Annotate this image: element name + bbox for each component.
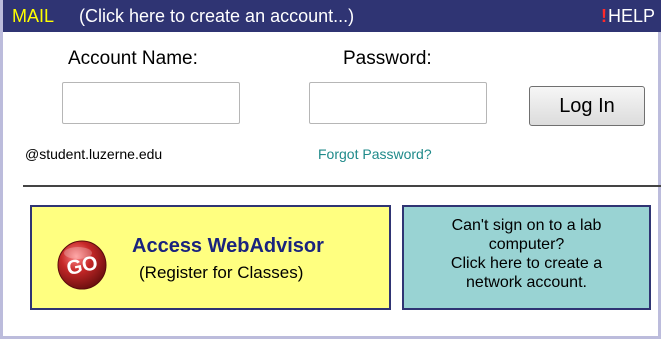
create-account-link[interactable]: (Click here to create an account...) <box>79 4 354 28</box>
create-network-account-button[interactable]: Can't sign on to a lab computer? Click h… <box>402 205 651 310</box>
login-panel: MAIL (Click here to create an account...… <box>0 0 661 339</box>
webadvisor-subtitle: (Register for Classes) <box>139 263 304 282</box>
network-account-text-line: network account. <box>466 274 587 291</box>
divider <box>23 185 661 187</box>
help-link[interactable]: HELP <box>608 4 655 28</box>
go-badge-icon: GO <box>57 240 107 290</box>
help-exclamation-icon: ! <box>601 6 607 26</box>
login-button[interactable]: Log In <box>529 86 645 126</box>
email-domain-text: @student.luzerne.edu <box>25 146 163 162</box>
webadvisor-button[interactable]: GO Access WebAdvisor (Register for Class… <box>30 205 391 310</box>
header-bar: MAIL (Click here to create an account...… <box>3 0 661 32</box>
password-label: Password: <box>343 48 432 69</box>
webadvisor-title: Access WebAdvisor <box>132 235 324 257</box>
network-account-text-line: computer? <box>488 236 565 253</box>
network-account-text-line: Click here to create a <box>450 255 603 272</box>
mail-label: MAIL <box>12 6 55 26</box>
account-name-label: Account Name: <box>68 48 198 69</box>
password-input[interactable] <box>309 82 487 124</box>
forgot-password-link[interactable]: Forgot Password? <box>318 146 432 162</box>
network-account-text-line: Can't sign on to a lab <box>451 217 602 234</box>
account-name-input[interactable] <box>62 82 240 124</box>
